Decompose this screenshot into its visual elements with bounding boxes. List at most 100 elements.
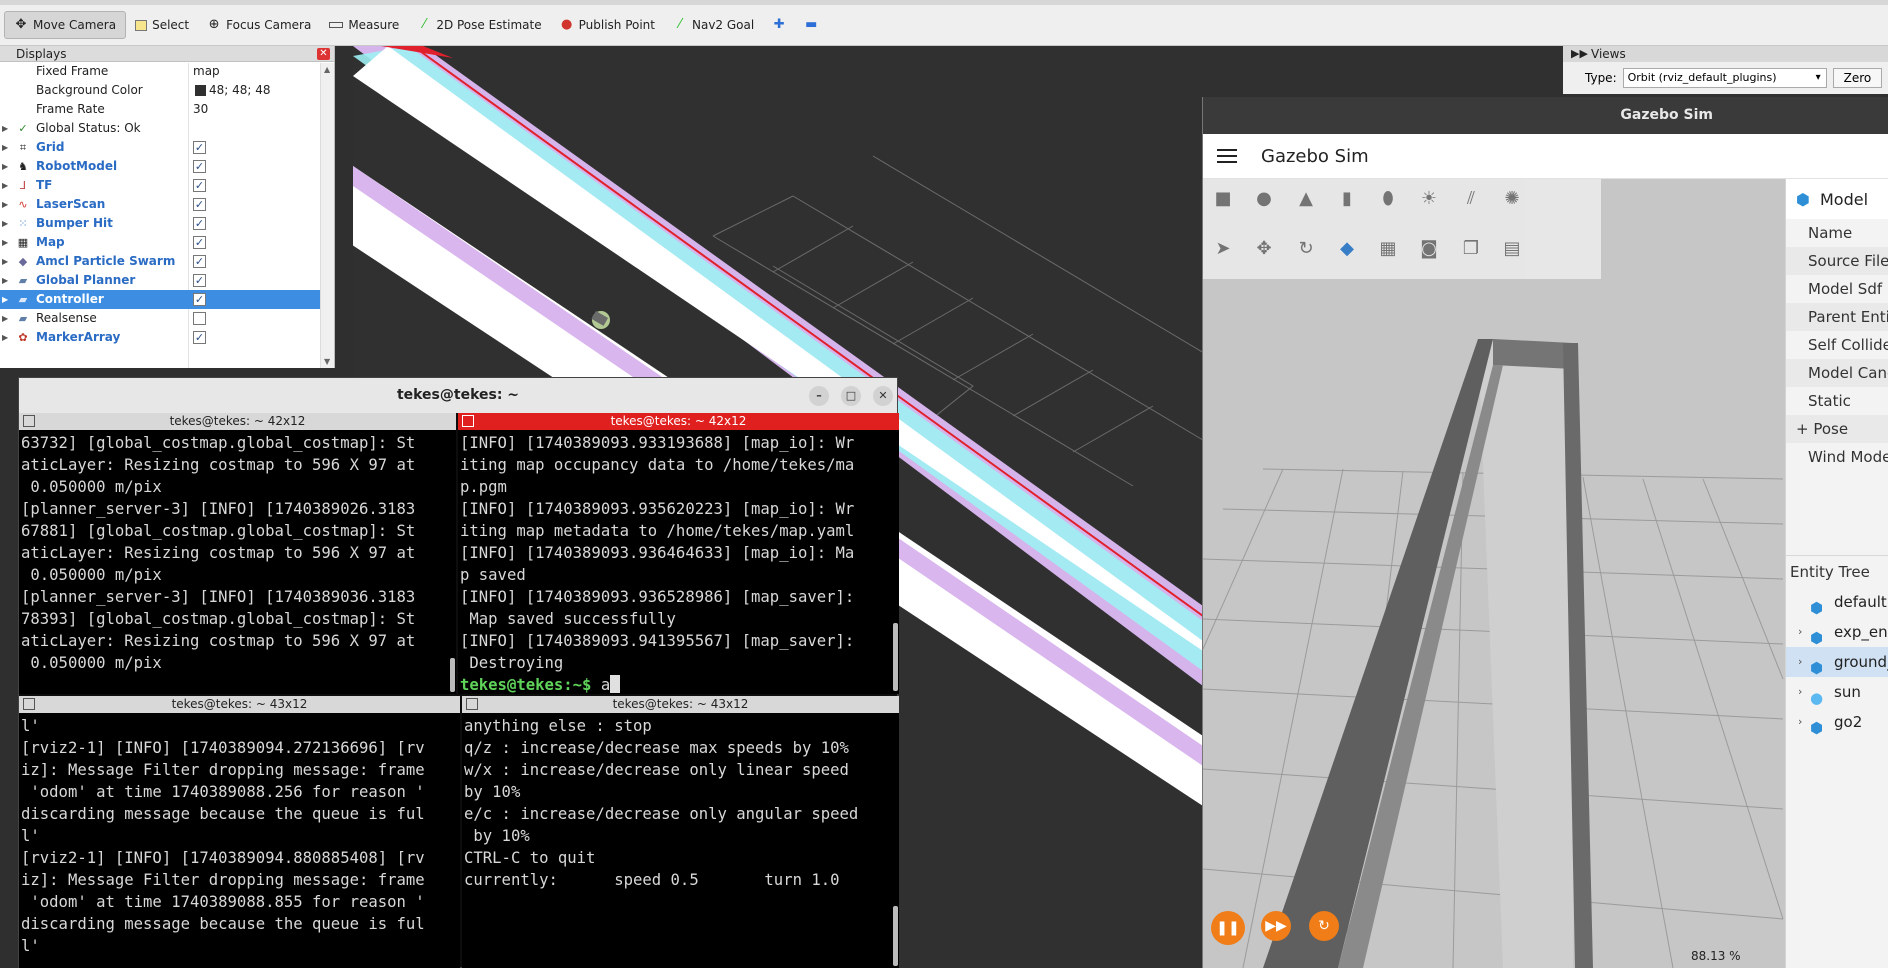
chevron-right-icon[interactable]: › [1798, 617, 1802, 647]
grid-config-icon[interactable]: ▦ [1373, 234, 1403, 264]
enable-checkbox[interactable]: ✓ [193, 331, 206, 344]
reset-button[interactable]: ↻ [1309, 911, 1339, 941]
scroll-down-icon[interactable]: ▼ [324, 357, 330, 366]
measure-button[interactable]: Measure [320, 11, 408, 39]
expand-arrow-icon[interactable]: ▶ [2, 271, 8, 290]
fixed-frame-value[interactable]: map [193, 62, 220, 81]
point-light-icon[interactable]: ☀ [1414, 184, 1444, 214]
scroll-up-icon[interactable]: ▲ [324, 65, 330, 74]
pane-scrollbar[interactable] [893, 623, 898, 691]
enable-checkbox[interactable]: ✓ [193, 255, 206, 268]
move-camera-button[interactable]: ✥ Move Camera [4, 11, 127, 39]
terminal-pane-bottom-left[interactable]: tekes@tekes: ~ 43x12 l' [rviz2-1] [INFO] … [19, 696, 460, 968]
select-mode-icon[interactable]: ➤ [1208, 234, 1238, 264]
entity-tree-item[interactable]: › ⬢ ground_plane [1786, 647, 1888, 677]
publish-point-button[interactable]: ● Publish Point [551, 11, 664, 39]
enable-checkbox[interactable]: ✓ [193, 217, 206, 230]
snap-icon[interactable]: ◆ [1332, 234, 1362, 264]
typed-input[interactable]: a [601, 676, 610, 694]
display-item-tf[interactable]: ▶ ⅃ TF ✓ [0, 176, 334, 195]
prompt-line[interactable]: tekes@tekes:~$ a [460, 674, 899, 694]
entity-tree-item[interactable]: › ⬢ go2 [1786, 707, 1888, 737]
display-item-bumper-hit[interactable]: ▶ ⁙ Bumper Hit ✓ [0, 214, 334, 233]
expand-arrow-icon[interactable]: ▶ [2, 214, 8, 233]
display-item-markerarray[interactable]: ▶ ✿ MarkerArray ✓ [0, 328, 334, 347]
display-item-global-planner[interactable]: ▶ ▰ Global Planner ✓ [0, 271, 334, 290]
chevron-right-icon[interactable]: › [1798, 707, 1802, 737]
spot-light-icon[interactable]: ✺ [1497, 184, 1527, 214]
minimize-icon[interactable]: – [809, 386, 829, 406]
pane-scrollbar[interactable] [893, 906, 898, 966]
close-icon[interactable]: ✕ [873, 386, 893, 406]
terminal-pane-top-right[interactable]: tekes@tekes: ~ 42x12 [INFO] [1740389093.… [458, 413, 899, 694]
add-tool-button[interactable]: ✚ [763, 11, 795, 39]
enable-checkbox[interactable]: ✓ [193, 141, 206, 154]
enable-checkbox[interactable]: ✓ [193, 179, 206, 192]
global-status-row[interactable]: ▶ ✓ Global Status: Ok [0, 119, 334, 138]
entity-tree-item[interactable]: ⬢ default [1786, 587, 1888, 617]
cylinder-icon[interactable]: ▮ [1332, 184, 1362, 214]
expand-arrow-icon[interactable]: ▶ [2, 290, 8, 309]
display-item-controller[interactable]: ▶ ▰ Controller ✓ [0, 290, 334, 309]
fixed-frame-row[interactable]: Fixed Frame map [0, 62, 334, 81]
frame-rate-row[interactable]: Frame Rate 30 [0, 100, 334, 119]
chevron-right-icon[interactable]: › [1798, 647, 1802, 677]
display-item-robotmodel[interactable]: ▶ ♞ RobotModel ✓ [0, 157, 334, 176]
nav2-goal-button[interactable]: ⁄ Nav2 Goal [664, 11, 763, 39]
enable-checkbox[interactable]: ✓ [193, 274, 206, 287]
expand-arrow-icon[interactable]: ▶ [2, 309, 8, 328]
directional-light-icon[interactable]: ⫽ [1456, 184, 1486, 214]
property-pose[interactable]: + Pose [1786, 415, 1888, 443]
terminal-pane-top-left[interactable]: tekes@tekes: ~ 42x12 63732] [global_cost… [19, 413, 456, 694]
background-color-row[interactable]: Background Color 48; 48; 48 [0, 81, 334, 100]
box-icon[interactable]: ■ [1208, 184, 1238, 214]
frame-rate-value[interactable]: 30 [193, 100, 208, 119]
expand-arrow-icon[interactable]: ▶ [2, 195, 8, 214]
pose-array-icon: ◆ [18, 255, 28, 268]
maximize-icon[interactable]: □ [841, 386, 861, 406]
enable-checkbox[interactable]: ✓ [193, 293, 206, 306]
paste-icon[interactable]: ▤ [1497, 234, 1527, 264]
expand-arrow-icon[interactable]: ▶ [2, 252, 8, 271]
rotate-mode-icon[interactable]: ↻ [1291, 234, 1321, 264]
display-item-laserscan[interactable]: ▶ ∿ LaserScan ✓ [0, 195, 334, 214]
copy-icon[interactable]: ❐ [1456, 234, 1486, 264]
capsule-icon[interactable]: ⬮ [1373, 184, 1403, 214]
cone-icon[interactable]: ▲ [1291, 184, 1321, 214]
pose-estimate-button[interactable]: ⁄ 2D Pose Estimate [408, 11, 550, 39]
expand-arrow-icon[interactable]: ▶ [2, 233, 8, 252]
entity-tree-item[interactable]: › ● sun [1786, 677, 1888, 707]
sphere-icon[interactable]: ● [1249, 184, 1279, 214]
translate-mode-icon[interactable]: ✥ [1249, 234, 1279, 264]
expand-arrow-icon[interactable]: ▶ [2, 119, 8, 138]
entity-tree-item[interactable]: › ⬢ exp_env [1786, 617, 1888, 647]
step-button[interactable]: ▶▶ [1261, 911, 1291, 941]
select-button[interactable]: Select [126, 11, 198, 39]
focus-camera-button[interactable]: ⊕ Focus Camera [198, 11, 320, 39]
expand-arrow-icon[interactable]: ▶ [2, 157, 8, 176]
display-item-grid[interactable]: ▶ ⌗ Grid ✓ [0, 138, 334, 157]
enable-checkbox[interactable] [193, 312, 206, 325]
chevron-right-icon[interactable]: › [1798, 677, 1802, 707]
enable-checkbox[interactable]: ✓ [193, 236, 206, 249]
display-item-realsense[interactable]: ▶ ▰ Realsense [0, 309, 334, 328]
terminal-pane-bottom-right[interactable]: tekes@tekes: ~ 43x12 anything else : sto… [462, 696, 899, 968]
pane-scrollbar[interactable] [450, 658, 455, 692]
gazebo-3d-scene[interactable] [1203, 179, 1785, 968]
hamburger-menu-icon[interactable] [1217, 149, 1237, 163]
enable-checkbox[interactable]: ✓ [193, 198, 206, 211]
pause-button[interactable]: ❚❚ [1211, 911, 1245, 945]
screenshot-icon[interactable]: ◙ [1414, 234, 1444, 264]
terminal-line: iz]: Message Filter dropping message: fr… [21, 761, 425, 779]
expand-arrow-icon[interactable]: ▶ [2, 328, 8, 347]
zero-button[interactable]: Zero [1832, 68, 1883, 88]
display-item-map[interactable]: ▶ ▦ Map ✓ [0, 233, 334, 252]
expand-arrow-icon[interactable]: ▶ [2, 176, 8, 195]
displays-scrollbar[interactable]: ▲ ▼ [320, 63, 334, 368]
remove-tool-button[interactable]: ▬ [795, 11, 827, 39]
view-type-select[interactable]: Orbit (rviz_default_plugins) [1622, 68, 1827, 88]
display-item-amcl-particle-swarm[interactable]: ▶ ◆ Amcl Particle Swarm ✓ [0, 252, 334, 271]
close-icon[interactable]: ✕ [317, 48, 330, 60]
enable-checkbox[interactable]: ✓ [193, 160, 206, 173]
expand-arrow-icon[interactable]: ▶ [2, 138, 8, 157]
